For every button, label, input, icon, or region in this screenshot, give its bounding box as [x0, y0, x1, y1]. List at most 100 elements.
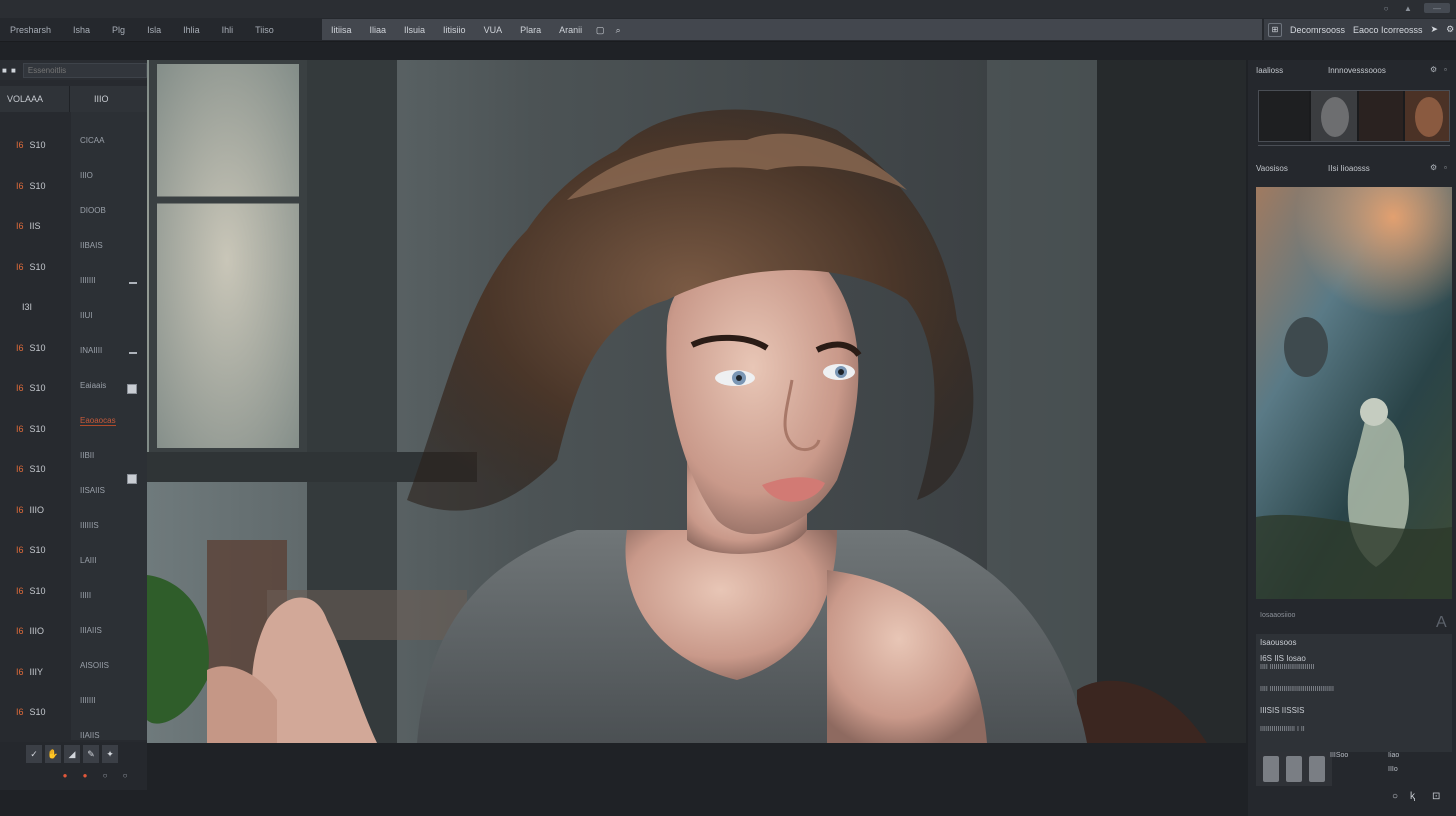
thumbnail[interactable]	[1309, 756, 1326, 782]
menu-item[interactable]: Ihli	[211, 18, 245, 42]
record-icon[interactable]: ●	[80, 770, 90, 780]
font-icon[interactable]: A	[1436, 614, 1447, 632]
lock-icon[interactable]: ⊡	[1432, 791, 1440, 802]
layer-row[interactable]: I6 IIIO	[16, 505, 44, 515]
layer-label: S10	[29, 383, 46, 393]
layer-row[interactable]: I6 S10	[16, 545, 46, 555]
property-row[interactable]: IIBII	[80, 451, 94, 460]
panel-title[interactable]: IIsi Iioaosss	[1328, 164, 1370, 173]
search-icon[interactable]: ⌕	[613, 24, 623, 36]
crop-icon[interactable]: ◢	[64, 745, 80, 763]
column-header[interactable]: IIIO	[70, 86, 147, 112]
layer-row[interactable]: I6 S10	[16, 464, 46, 474]
property-row[interactable]: Eaiaais	[80, 381, 106, 390]
property-row[interactable]: IIAIIS	[80, 731, 100, 740]
property-row[interactable]: IISAIIS	[80, 486, 105, 495]
brush-icon[interactable]: ✎	[83, 745, 99, 763]
checkbox[interactable]	[127, 384, 137, 394]
property-row[interactable]: IIIII	[80, 591, 91, 600]
menu-item[interactable]: Ihlia	[172, 18, 211, 42]
thumbnail-row[interactable]	[1256, 752, 1332, 786]
pointer-icon[interactable]: ➤	[1431, 24, 1439, 35]
property-row[interactable]: IIIO	[80, 171, 93, 180]
layer-row[interactable]: I6 S10	[16, 707, 46, 717]
filmstrip[interactable]	[1258, 90, 1450, 142]
menu-item[interactable]: VUA	[475, 18, 512, 42]
portrait-photo	[147, 60, 1246, 743]
close-icon[interactable]: ▫	[1444, 163, 1447, 172]
layer-row[interactable]: I6 IIIO	[16, 626, 44, 636]
settings-icon[interactable]: ⚙	[1446, 24, 1454, 35]
layer-row[interactable]: I6 IIS	[16, 221, 41, 231]
layer-row[interactable]: I3I	[16, 302, 32, 312]
record-icon[interactable]: ●	[60, 770, 70, 780]
property-row[interactable]: IIBAIS	[80, 241, 103, 250]
menu-item[interactable]: Plg	[101, 18, 136, 42]
menu-item[interactable]: Decomrsooss	[1290, 25, 1345, 35]
collapse-icon[interactable]	[129, 352, 137, 354]
menu-item[interactable]: Iitisiio	[434, 18, 475, 42]
menu-item[interactable]: Plara	[511, 18, 550, 42]
thumbnail[interactable]	[1285, 756, 1302, 782]
panel-icon[interactable]: ⊞	[1268, 22, 1282, 37]
filmstrip-slider[interactable]	[1258, 144, 1450, 148]
property-row[interactable]: IIIIIIS	[80, 521, 99, 530]
checkbox[interactable]	[127, 474, 137, 484]
layer-row[interactable]: I6 IIIY	[16, 667, 43, 677]
property-row[interactable]: IIIIIII	[80, 276, 96, 285]
property-row[interactable]: LAIII	[80, 556, 96, 565]
menu-item[interactable]: Isla	[136, 18, 172, 42]
panel-title[interactable]: Innnovesssooos	[1328, 66, 1386, 75]
property-row[interactable]: IIUI	[80, 311, 92, 320]
menu-item[interactable]: Isha	[62, 18, 101, 42]
layer-label: IIIO	[29, 626, 45, 636]
layer-row[interactable]: I6 S10	[16, 343, 46, 353]
minimize-icon[interactable]: ○	[1380, 3, 1392, 13]
dots-icon[interactable]: ■ ■	[2, 66, 17, 75]
layer-row[interactable]: I6 S10	[16, 140, 46, 150]
close-icon[interactable]: ▫	[1444, 65, 1447, 74]
settings-icon[interactable]: ⚙	[1430, 65, 1437, 74]
collapse-icon[interactable]	[129, 282, 137, 284]
property-row[interactable]: IIIAIIS	[80, 626, 102, 635]
menu-item[interactable]: Presharsh	[6, 18, 62, 42]
layer-row[interactable]: I6 S10	[16, 383, 46, 393]
preview-image[interactable]	[1256, 187, 1452, 599]
hand-icon[interactable]: ✋	[45, 745, 61, 763]
layer-row[interactable]: I6 S10	[16, 181, 46, 191]
check-icon[interactable]: ✓	[26, 745, 42, 763]
menu-item[interactable]: Tiiso	[244, 18, 285, 42]
preview-artwork	[1256, 187, 1452, 599]
menu-item[interactable]: Iliaa	[361, 18, 396, 42]
circle-icon[interactable]: ○	[100, 770, 110, 780]
property-row[interactable]: INAIIII	[80, 346, 102, 355]
main-canvas[interactable]	[147, 60, 1246, 743]
key-icon[interactable]: ⱪ	[1410, 791, 1415, 802]
layer-label: S10	[29, 140, 46, 150]
column-header[interactable]: VOLAAA	[0, 86, 70, 112]
maximize-icon[interactable]: ▲	[1402, 3, 1414, 13]
menu-item[interactable]: Iitiisa	[322, 18, 361, 42]
property-row[interactable]: IIIIIII	[80, 696, 96, 705]
layer-tag: I6	[16, 666, 24, 677]
panel-title[interactable]: Vaosisos	[1256, 164, 1288, 173]
settings-icon[interactable]: ⚙	[1430, 163, 1437, 172]
frame-icon[interactable]: ▢	[595, 24, 605, 36]
panel-title[interactable]: Iaalioss	[1256, 66, 1283, 75]
layer-row[interactable]: I6 S10	[16, 424, 46, 434]
layer-row[interactable]: I6 S10	[16, 586, 46, 596]
thumbnail[interactable]	[1262, 756, 1279, 782]
menu-item[interactable]: Aranii	[550, 18, 591, 42]
property-row[interactable]: Eaoaocas	[80, 416, 116, 426]
close-icon[interactable]: —	[1424, 3, 1450, 13]
effects-icon[interactable]: ✦	[102, 745, 118, 763]
layer-row[interactable]: I6 S10	[16, 262, 46, 272]
circle-icon[interactable]: ○	[1392, 791, 1398, 802]
circle-icon[interactable]: ○	[120, 770, 130, 780]
property-row[interactable]: AISOIIS	[80, 661, 109, 670]
property-row[interactable]: CICAA	[80, 136, 104, 145]
property-row[interactable]: DIOOB	[80, 206, 106, 215]
menu-item[interactable]: Ilsuia	[395, 18, 434, 42]
search-input[interactable]	[22, 62, 147, 78]
menu-item[interactable]: Eaoco Icorreosss	[1353, 25, 1423, 35]
